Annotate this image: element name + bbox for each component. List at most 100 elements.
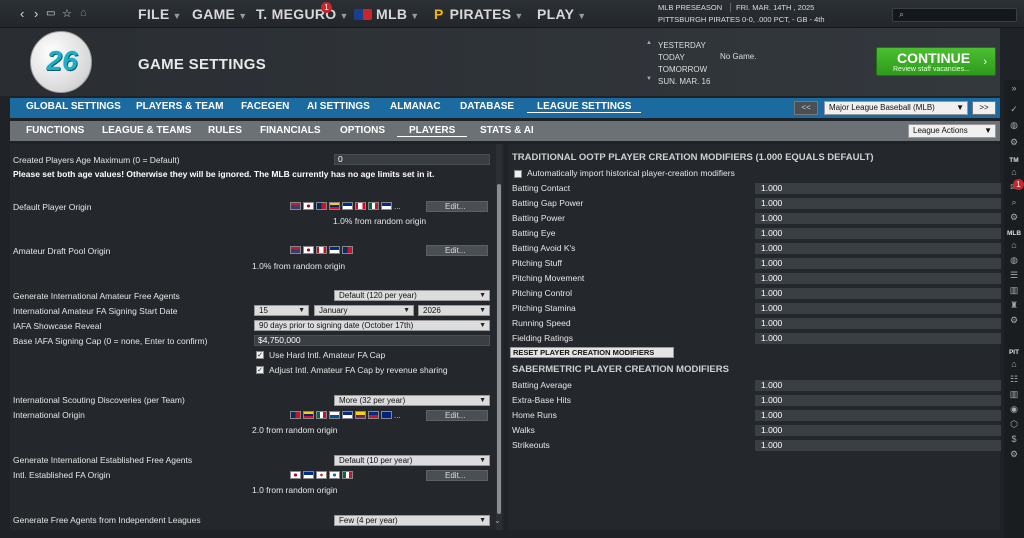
league-actions-select[interactable]: League Actions ▼ xyxy=(908,124,996,138)
home-icon[interactable]: ⌂ xyxy=(1007,359,1021,369)
expand-icon[interactable]: » xyxy=(1007,83,1021,93)
modifier-value-input[interactable]: 1.000 xyxy=(755,243,1001,254)
menu-game[interactable]: GAME ▼ xyxy=(192,6,247,22)
stats-icon[interactable]: ▥ xyxy=(1007,389,1021,400)
globe-icon[interactable]: ◍ xyxy=(1007,255,1021,266)
chevron-down-icon[interactable]: ▼ xyxy=(646,76,652,82)
signing-cap-input[interactable]: $4,750,000 xyxy=(254,335,490,346)
puerto-rico-flag-icon xyxy=(329,246,340,254)
modifier-value-input[interactable]: 1.000 xyxy=(755,303,1001,314)
auto-import-checkbox[interactable] xyxy=(514,170,522,178)
left-scrollbar-thumb[interactable] xyxy=(497,184,501,514)
signing-day-select[interactable]: 15 ▼ xyxy=(254,305,309,316)
chevron-down-icon: ▼ xyxy=(339,11,349,21)
scouting-select[interactable]: More (32 per year) ▼ xyxy=(334,395,490,406)
scroll-down-icon[interactable]: ⌄ xyxy=(494,516,501,525)
menu-play[interactable]: PLAY ▼ xyxy=(537,6,586,22)
day-tomorrow[interactable]: TOMORROW xyxy=(658,65,707,74)
home-icon[interactable]: ⌂ xyxy=(80,7,87,19)
modifier-value-input[interactable]: 1.000 xyxy=(755,410,1001,421)
default-origin-edit-button[interactable]: Edit... xyxy=(426,201,488,212)
home-icon[interactable]: ⌂ xyxy=(1007,240,1021,250)
tab-stats-ai[interactable]: STATS & AI xyxy=(480,125,534,136)
modifier-value-input[interactable]: 1.000 xyxy=(755,318,1001,329)
japan-flag-icon xyxy=(290,471,301,479)
continue-button[interactable]: CONTINUE Review staff vacancies... › xyxy=(876,47,996,76)
tab-league-teams[interactable]: LEAGUE & TEAMS xyxy=(102,125,191,136)
star-icon[interactable]: ☆ xyxy=(62,7,72,20)
gear-icon[interactable]: ⚙ xyxy=(1007,212,1021,223)
window-icon[interactable]: ▭ xyxy=(46,8,55,19)
established-origin-edit-button[interactable]: Edit... xyxy=(426,470,488,481)
modifier-value-input[interactable]: 1.000 xyxy=(755,288,1001,299)
modifier-value-input[interactable]: 1.000 xyxy=(755,273,1001,284)
gen-established-select[interactable]: Default (10 per year) ▼ xyxy=(334,455,490,466)
day-today[interactable]: TODAY xyxy=(658,53,685,62)
roster-icon[interactable]: ☷ xyxy=(1007,374,1021,385)
modifier-value-input[interactable]: 1.000 xyxy=(755,380,1001,391)
stats-icon[interactable]: ▥ xyxy=(1007,285,1021,296)
trophy-icon[interactable]: ♜ xyxy=(1007,300,1021,311)
check-icon[interactable]: ✓ xyxy=(1007,104,1021,115)
menu-pirates[interactable]: P PIRATES ▼ xyxy=(434,6,524,22)
menu-mlb[interactable]: MLB ▼ xyxy=(354,6,419,22)
modifier-value-input[interactable]: 1.000 xyxy=(755,198,1001,209)
showcase-select[interactable]: 90 days prior to signing date (October 1… xyxy=(254,320,490,331)
tab-league-settings[interactable]: LEAGUE SETTINGS xyxy=(527,101,642,113)
tab-facegen[interactable]: FACEGEN xyxy=(241,101,289,112)
modifier-value-input[interactable]: 1.000 xyxy=(755,333,1001,344)
menu-file[interactable]: FILE ▼ xyxy=(138,6,182,22)
tab-rules[interactable]: RULES xyxy=(208,125,242,136)
broadcast-icon[interactable]: ◉ xyxy=(1007,404,1021,415)
modifier-row: Pitching Movement 1.000 xyxy=(512,273,1002,284)
menu-manager[interactable]: T. MEGURO ▼ xyxy=(256,6,349,22)
back-arrow-icon[interactable]: ‹ xyxy=(20,6,24,21)
day-sun-mar-16[interactable]: SUN. MAR. 16 xyxy=(658,77,710,86)
modifier-value-input[interactable]: 1.000 xyxy=(755,213,1001,224)
gen-intl-amateur-select[interactable]: Default (120 per year) ▼ xyxy=(334,290,490,301)
tab-database[interactable]: DATABASE xyxy=(460,101,514,112)
independent-leagues-select[interactable]: Few (4 per year) ▼ xyxy=(334,515,490,526)
tab-players-team[interactable]: PLAYERS & TEAM xyxy=(136,101,223,112)
league-select[interactable]: Major League Baseball (MLB) ▼ xyxy=(824,101,968,115)
forward-arrow-icon[interactable]: › xyxy=(34,6,38,21)
next-league-button[interactable]: >> xyxy=(972,101,996,115)
globe-icon[interactable]: ◍ xyxy=(1007,120,1021,131)
venezuela-flag-icon xyxy=(329,202,340,210)
gear-icon[interactable]: ⚙ xyxy=(1007,137,1021,148)
intl-origin-edit-button[interactable]: Edit... xyxy=(426,410,488,421)
search-input[interactable] xyxy=(909,10,1014,20)
dollar-icon[interactable]: $ xyxy=(1007,434,1021,444)
modifier-value-input[interactable]: 1.000 xyxy=(755,440,1001,451)
tab-global-settings[interactable]: GLOBAL SETTINGS xyxy=(26,101,121,112)
signing-year-select[interactable]: 2026 ▼ xyxy=(418,305,490,316)
home-icon[interactable]: ⌂ xyxy=(1007,167,1021,177)
modifier-value-input[interactable]: 1.000 xyxy=(755,258,1001,269)
list-icon[interactable]: ☰ xyxy=(1007,270,1021,281)
prev-league-button[interactable]: << xyxy=(794,101,818,115)
mail-badge: 1 xyxy=(1013,179,1024,190)
day-yesterday[interactable]: YESTERDAY xyxy=(658,41,706,50)
shield-icon[interactable]: ⬡ xyxy=(1007,419,1021,430)
reset-modifiers-button[interactable]: RESET PLAYER CREATION MODIFIERS xyxy=(510,347,674,358)
adjust-cap-checkbox[interactable]: ✓ xyxy=(256,366,264,374)
age-max-input[interactable]: 0 xyxy=(334,154,490,165)
search-box[interactable]: ⌕ xyxy=(892,8,1017,22)
tab-functions[interactable]: FUNCTIONS xyxy=(26,125,84,136)
gear-icon[interactable]: ⚙ xyxy=(1007,449,1021,460)
chevron-up-icon[interactable]: ▲ xyxy=(646,40,652,46)
tab-almanac[interactable]: ALMANAC xyxy=(390,101,441,112)
hard-cap-checkbox[interactable]: ✓ xyxy=(256,351,264,359)
tab-options[interactable]: OPTIONS xyxy=(340,125,385,136)
modifier-value-input[interactable]: 1.000 xyxy=(755,228,1001,239)
settings-icon[interactable]: ⚙ xyxy=(1007,315,1021,326)
modifier-value-input[interactable]: 1.000 xyxy=(755,425,1001,436)
tab-players[interactable]: PLAYERS xyxy=(397,125,468,137)
modifier-value-input[interactable]: 1.000 xyxy=(755,395,1001,406)
search-icon[interactable]: ⌕ xyxy=(1007,197,1021,208)
draft-origin-edit-button[interactable]: Edit... xyxy=(426,245,488,256)
signing-month-select[interactable]: January ▼ xyxy=(314,305,414,316)
modifier-value-input[interactable]: 1.000 xyxy=(755,183,1001,194)
tab-financials[interactable]: FINANCIALS xyxy=(260,125,321,136)
tab-ai-settings[interactable]: AI SETTINGS xyxy=(307,101,370,112)
